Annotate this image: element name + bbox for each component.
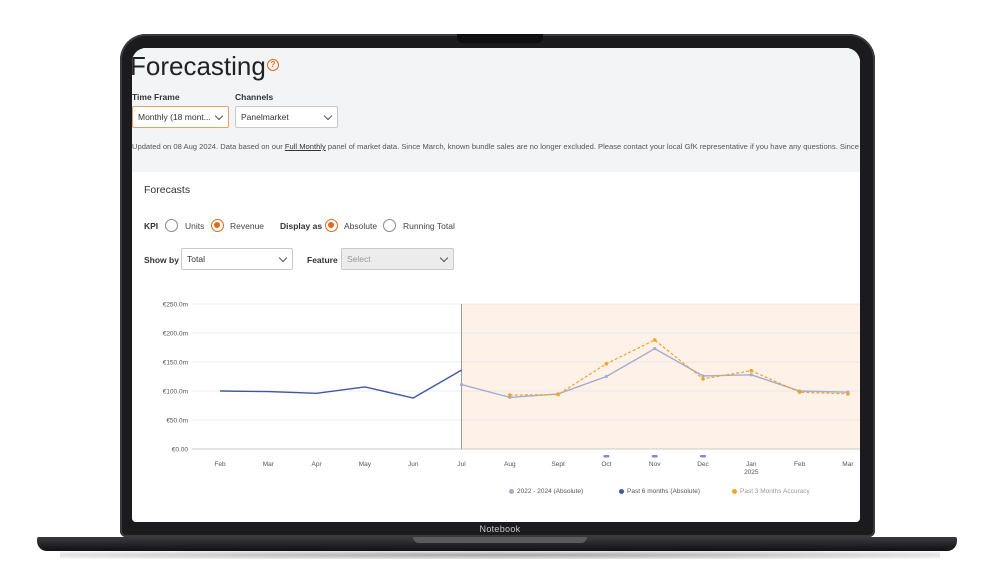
data-point — [653, 347, 657, 351]
y-tick-label: €150.0m — [163, 360, 188, 367]
legend-swatch — [619, 488, 624, 494]
x-tick-label: Dec — [697, 461, 709, 468]
x-tick-sublabel: 2025 — [744, 469, 759, 476]
month-marker — [651, 455, 658, 458]
device-label: Notebook — [479, 524, 521, 534]
y-tick-label: €200.0m — [163, 331, 188, 338]
x-tick-label: Apr — [312, 461, 323, 468]
x-tick-label: Mar — [263, 461, 275, 468]
data-point — [749, 368, 754, 373]
data-point — [604, 361, 609, 366]
legend-swatch — [509, 488, 514, 494]
y-tick-label: €50.0m — [166, 418, 188, 425]
x-tick-label: May — [359, 461, 372, 468]
x-tick-label: Mar — [842, 461, 854, 468]
data-point — [556, 392, 560, 397]
month-marker — [603, 455, 610, 458]
y-tick-label: €100.0m — [163, 389, 188, 396]
y-tick-label: €250.0m — [163, 302, 188, 309]
data-point — [652, 338, 657, 342]
y-tick-label: €0.00 — [172, 447, 189, 454]
forecast-band — [461, 304, 860, 449]
data-point — [459, 383, 464, 387]
channels-value: Panelmarket — [241, 112, 289, 122]
legend-item[interactable]: Past 6 months (Absolute) — [619, 488, 700, 495]
x-tick-label: Oct — [601, 461, 611, 468]
time-frame-select[interactable]: Monthly (18 mont... — [132, 106, 229, 128]
header-area: Forecasting ? Time Frame Monthly (18 mon… — [132, 48, 860, 172]
forecasts-title: Forecasts — [144, 184, 191, 196]
full-monthly-link[interactable]: Full Monthly — [285, 142, 326, 151]
legend-label: Past 6 months (Absolute) — [627, 488, 700, 495]
channels-select[interactable]: Panelmarket — [235, 106, 338, 128]
forecast-chart: €0.00 €50.0m €100.0m €150.0m €200.0m €250.0m F… — [163, 302, 860, 476]
time-frame-value: Monthly (18 mont... — [138, 112, 211, 122]
x-tick-label: Feb — [794, 461, 806, 468]
x-tick-label: Feb — [214, 461, 226, 468]
data-point — [797, 390, 802, 394]
legend-item[interactable]: 2022 - 2024 (Absolute) — [509, 488, 583, 495]
legend-item[interactable]: Past 3 Months Accuracy — [732, 488, 810, 495]
data-point — [604, 374, 608, 379]
camera-notch — [457, 34, 543, 43]
page-title: Forecasting — [132, 51, 266, 81]
legend-label: Past 3 Months Accuracy — [740, 488, 810, 495]
data-point — [846, 392, 850, 396]
legend-label: 2022 - 2024 (Absolute) — [517, 488, 584, 495]
question-circle-icon[interactable]: ? — [267, 59, 279, 71]
time-frame-label: Time Frame — [132, 92, 180, 102]
update-notice: Updated on 08 Aug 2024. Data based on ou… — [132, 142, 860, 151]
chevron-down-icon — [214, 111, 224, 121]
notice-suffix: panel of market data. Since March, known… — [325, 142, 860, 151]
x-tick-label: Jan — [746, 461, 757, 468]
month-marker — [700, 455, 706, 458]
channels-label: Channels — [235, 92, 274, 102]
x-tick-label: Jun — [408, 461, 419, 468]
x-tick-label: Sept — [551, 461, 565, 468]
chevron-down-icon — [323, 111, 333, 121]
legend-swatch — [732, 488, 737, 494]
data-point — [508, 393, 512, 397]
data-point — [749, 373, 753, 377]
x-tick-label: Aug — [504, 461, 516, 468]
notice-prefix: Updated on 08 Aug 2024. Data based on ou… — [132, 142, 285, 151]
laptop-base-notch — [413, 537, 587, 543]
laptop-shadow — [60, 551, 940, 559]
x-tick-label: Jul — [457, 461, 466, 468]
series-line — [219, 369, 462, 399]
x-tick-label: Nov — [649, 461, 661, 468]
screen: Forecasting ? Time Frame Monthly (18 mon… — [132, 48, 860, 522]
data-point — [701, 377, 705, 381]
